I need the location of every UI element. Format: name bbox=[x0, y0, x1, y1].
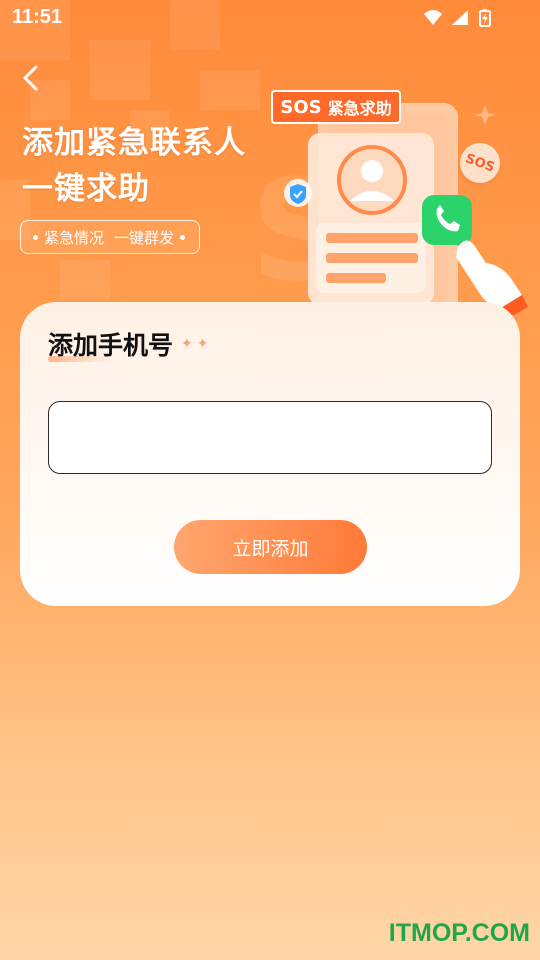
sos-banner: SOS 紧急求助 bbox=[271, 90, 401, 124]
tag-dot-icon bbox=[180, 234, 186, 240]
hero-title: 添加紧急联系人 一键求助 bbox=[22, 120, 246, 212]
sos-banner-text: 紧急求助 bbox=[327, 99, 392, 118]
add-phone-card: 添加手机号 ✦✦ 立即添加 bbox=[20, 302, 520, 606]
hero-title-line2: 一键求助 bbox=[22, 171, 150, 207]
sparkle-icon: ✦✦ bbox=[181, 336, 213, 352]
phone-call-icon bbox=[422, 195, 472, 245]
cell-signal-icon bbox=[452, 10, 468, 25]
title-underline bbox=[48, 356, 110, 362]
phone-number-input[interactable] bbox=[48, 401, 492, 474]
card-title: 添加手机号 bbox=[48, 326, 173, 362]
battery-charging-icon bbox=[479, 9, 491, 27]
back-button[interactable] bbox=[14, 60, 50, 96]
add-now-button[interactable]: 立即添加 bbox=[174, 520, 367, 574]
chevron-left-icon bbox=[23, 65, 38, 91]
status-icons bbox=[424, 9, 491, 27]
status-time: 11:51 bbox=[12, 6, 63, 28]
shield-check-icon bbox=[284, 179, 312, 207]
tag-text-2: 一键群发 bbox=[114, 228, 175, 247]
watermark: ITMOP.COM bbox=[388, 919, 530, 947]
avatar-icon bbox=[337, 145, 407, 215]
wifi-icon bbox=[424, 10, 442, 25]
feature-tag: 紧急情况 一键群发 bbox=[20, 220, 201, 254]
status-bar: 11:51 bbox=[0, 0, 540, 36]
tag-text-1: 紧急情况 bbox=[44, 228, 105, 247]
card-title-wrap: 添加手机号 ✦✦ bbox=[48, 326, 212, 362]
hero-title-line1: 添加紧急联系人 bbox=[22, 125, 246, 161]
sos-banner-sos: SOS bbox=[280, 96, 322, 118]
tag-dot-icon bbox=[33, 234, 38, 240]
